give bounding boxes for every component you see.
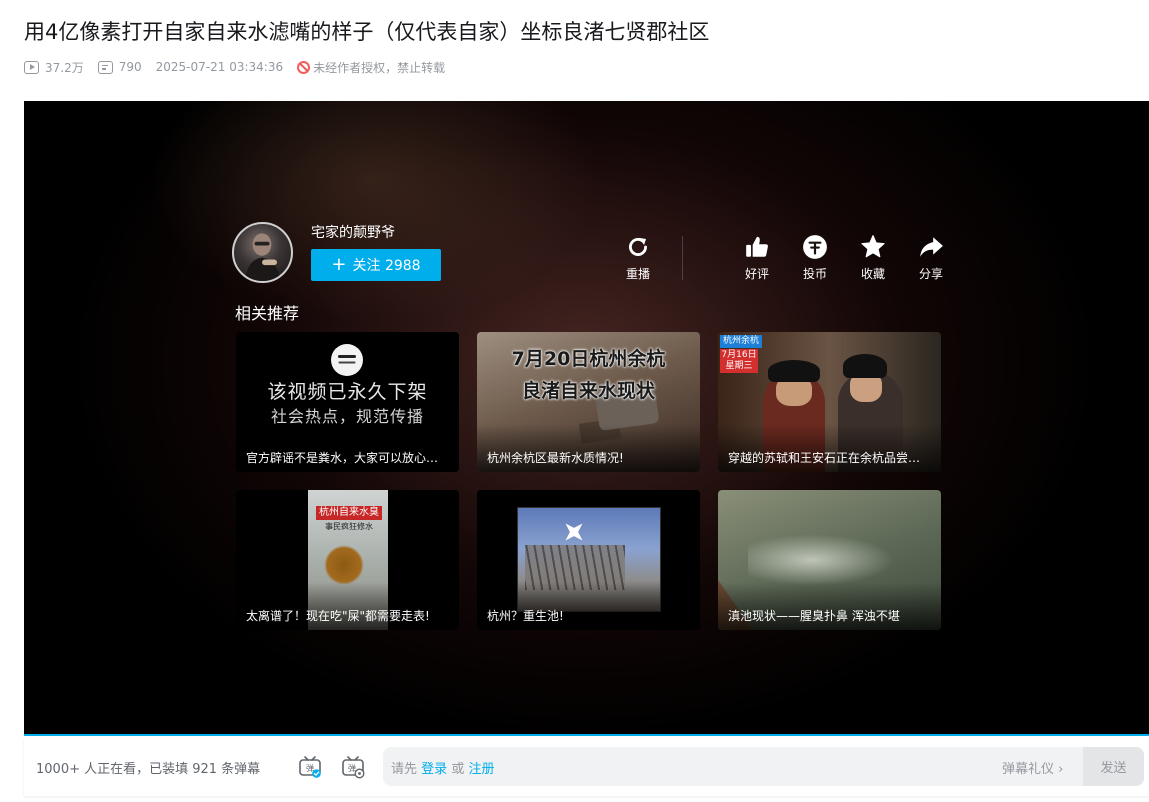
progress-bar[interactable] [24, 734, 1149, 736]
avatar-portrait-icon [245, 233, 281, 281]
date-tag-line: 7月16日 [721, 350, 757, 360]
recommend-card[interactable]: 杭州余杭 7月16日 星期三 穿越的苏轼和王安石正在余杭品尝自来水 [718, 332, 941, 472]
chevron-right-icon: › [1058, 762, 1064, 777]
share-label: 分享 [918, 267, 943, 281]
danmaku-input[interactable]: 请先 登录 或 注册 弹幕礼仪 › 发送 [383, 747, 1144, 786]
uploader-name[interactable]: 宅家的颠野爷 [311, 222, 395, 242]
danmaku-count-text: 790 [118, 60, 142, 74]
publish-time: 2025-07-21 03:34:36 [155, 60, 284, 74]
uploader-avatar[interactable] [232, 222, 293, 283]
action-divider [682, 236, 683, 280]
share-arrow-icon [920, 237, 943, 257]
follow-label: 关注 2988 [352, 258, 421, 274]
recommend-card[interactable]: 滇池现状——腥臭扑鼻 浑浊不堪 [718, 490, 941, 630]
sticker-face-icon [331, 344, 363, 376]
thumb-sub: 事民疯狂修水 [325, 522, 373, 531]
card-caption: 官方辟谣不是粪水，大家可以放心饮用 [246, 451, 449, 465]
danmaku-bar: 1000+ 人正在看，已装填 921 条弹幕 弹 弹 请先 登录 或 注册 弹幕… [24, 738, 1149, 796]
danmaku-icon [97, 60, 113, 74]
recommend-card[interactable]: 7月20日杭州余杭 良渚自来水现状 杭州余杭区最新水质情况! [477, 332, 700, 472]
figure-hat [768, 360, 820, 382]
like-button[interactable]: 好评 [737, 234, 777, 282]
copyright-text: 未经作者授权，禁止转载 [313, 60, 446, 75]
coin-button[interactable]: 投币 [795, 234, 835, 282]
plus-icon: + [331, 254, 347, 275]
danmaku-count: 790 [97, 60, 142, 74]
water-foam [748, 530, 908, 590]
follow-button[interactable]: + 关注 2988 [311, 249, 441, 281]
play-count-icon [24, 60, 39, 74]
copyright-notice: 未经作者授权，禁止转载 [297, 59, 445, 76]
thumbs-up-icon [746, 236, 768, 257]
svg-text:弹: 弹 [348, 763, 356, 773]
login-link[interactable]: 登录 [421, 762, 447, 777]
coin-label: 投币 [802, 267, 827, 281]
recommend-card[interactable]: 杭州自来水臭 事民疯狂修水 太离谱了！现在吃"屎"都需要走表! [236, 490, 459, 630]
replay-button[interactable]: 重播 [618, 234, 658, 282]
placeholder-prefix: 请先 [391, 762, 418, 777]
figure-hat [843, 354, 887, 378]
recommend-card[interactable]: 该视频已永久下架 社会热点，规范传播 官方辟谣不是粪水，大家可以放心饮用 [236, 332, 459, 472]
card-caption: 太离谱了！现在吃"屎"都需要走表! [246, 609, 430, 623]
recommend-card[interactable]: 杭州？重生池! [477, 490, 700, 630]
replay-icon [629, 237, 647, 256]
thumb-text: 良渚自来水现状 [521, 380, 655, 402]
viewer-count: 1000+ 人正在看，已装填 921 条弹幕 [36, 762, 261, 777]
danmaku-on-icon: 弹 [299, 756, 321, 778]
card-caption: 杭州余杭区最新水质情况! [487, 451, 624, 465]
thumb-text: 7月20日杭州余杭 [511, 348, 666, 370]
danmaku-input-placeholder: 请先 登录 或 注册 [391, 758, 494, 777]
danmaku-toggle-button[interactable]: 弹 [298, 755, 322, 779]
date-tag-line: 星期三 [725, 361, 753, 371]
video-player[interactable]: 宅家的颠野爷 + 关注 2988 重播 好评 投币 收藏 分享 相关推荐 该视频… [24, 101, 1149, 736]
date-tag: 7月16日 星期三 [720, 349, 758, 373]
card-caption: 穿越的苏轼和王安石正在余杭品尝自来水 [728, 451, 931, 465]
like-label: 好评 [744, 267, 769, 281]
video-title: 用4亿像素打开自家自来水滤嘴的样子（仅代表自家）坐标良渚七贤郡社区 [24, 20, 710, 44]
favorite-label: 收藏 [860, 267, 885, 281]
coin-icon [803, 235, 827, 259]
replay-label: 重播 [625, 267, 650, 281]
share-button[interactable]: 分享 [911, 234, 951, 282]
placeholder-or: 或 [451, 762, 465, 777]
card-caption: 滇池现状——腥臭扑鼻 浑浊不堪 [728, 609, 900, 623]
card-caption: 杭州？重生池! [487, 609, 564, 623]
danmaku-settings-icon: 弹 [342, 756, 365, 779]
forbidden-icon [297, 60, 311, 74]
danmaku-settings-button[interactable]: 弹 [341, 755, 365, 779]
etiquette-label: 弹幕礼仪 [1002, 762, 1055, 777]
danmaku-etiquette-link[interactable]: 弹幕礼仪 › [1002, 758, 1063, 777]
thumb-tag: 杭州余杭 [720, 335, 763, 348]
thumb-label: 杭州自来水臭 [316, 506, 382, 520]
favorite-button[interactable]: 收藏 [853, 234, 893, 282]
view-count: 37.2万 [24, 59, 84, 76]
view-count-text: 37.2万 [45, 60, 84, 75]
send-button[interactable]: 发送 [1083, 747, 1144, 786]
register-link[interactable]: 注册 [468, 762, 494, 777]
thumb-text: 该视频已永久下架 [267, 381, 428, 403]
star-icon [861, 235, 885, 258]
video-meta: 37.2万 790 2025-07-21 03:34:36 未经作者授权，禁止转… [24, 57, 459, 77]
recommend-title: 相关推荐 [235, 304, 300, 323]
